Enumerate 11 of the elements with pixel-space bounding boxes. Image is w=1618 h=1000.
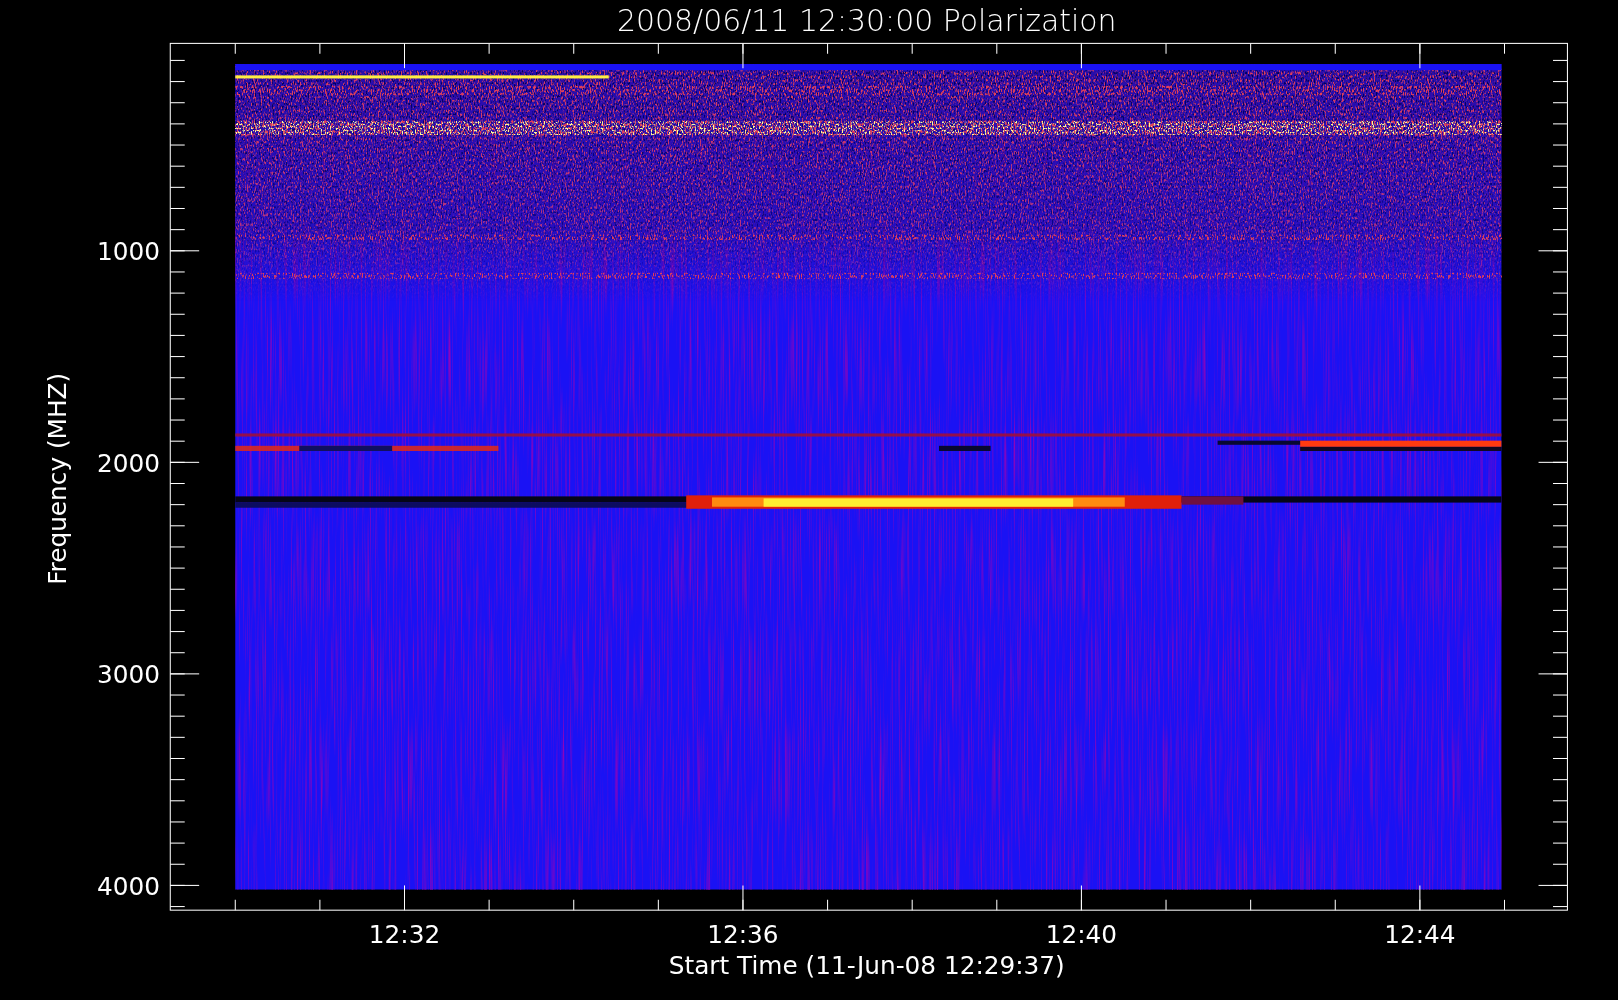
x-tick-label: 12:40 bbox=[1045, 920, 1118, 950]
x-axis-label: Start Time (11-Jun-08 12:29:37) bbox=[668, 951, 1065, 981]
x-tick-label: 12:32 bbox=[368, 920, 441, 950]
y-tick-label: 3000 bbox=[96, 660, 160, 690]
y-tick-label: 1000 bbox=[96, 237, 160, 267]
y-tick-label: 2000 bbox=[96, 448, 160, 478]
x-tick-label: 12:44 bbox=[1384, 920, 1456, 950]
y-tick-label: 4000 bbox=[96, 871, 160, 901]
y-axis-label: Frequency (MHZ) bbox=[43, 372, 73, 585]
x-tick-label: 12:36 bbox=[707, 920, 779, 950]
chart-title: 2008/06/11 12:30:00 Polarization bbox=[617, 3, 1117, 38]
